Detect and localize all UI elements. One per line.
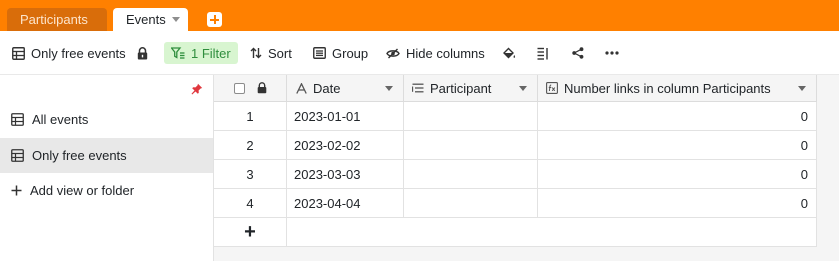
sidebar-item-label: Only free events — [32, 148, 127, 163]
row-height-icon — [537, 47, 548, 60]
column-header-label: Date — [313, 80, 341, 96]
formula-type-icon — [546, 82, 558, 94]
select-all-checkbox[interactable] — [234, 83, 245, 94]
filter-label: 1 Filter — [191, 45, 231, 61]
row-color-button[interactable] — [502, 42, 516, 64]
table-cell-participant[interactable] — [404, 160, 538, 189]
table-cell-date[interactable]: 2023-01-01 — [287, 102, 404, 131]
table-cell-participant[interactable] — [404, 131, 538, 160]
sort-icon — [250, 47, 262, 59]
table-cell-participant[interactable] — [404, 189, 538, 218]
table-cell-date[interactable]: 2023-03-03 — [287, 160, 404, 189]
sort-button[interactable]: Sort — [250, 42, 292, 64]
column-header-date[interactable]: Date — [287, 75, 404, 102]
chevron-down-icon[interactable] — [798, 86, 806, 91]
table-tab-bar: Participants Events — [0, 0, 839, 31]
views-sidebar: All events Only free events Add view or … — [0, 75, 214, 261]
tab-participants[interactable]: Participants — [7, 8, 107, 31]
filter-icon — [171, 47, 185, 59]
row-index[interactable]: 3 — [214, 160, 287, 189]
lock-view-button[interactable] — [137, 42, 148, 64]
add-row-button[interactable]: + — [214, 218, 287, 247]
group-button[interactable]: Group — [313, 42, 368, 64]
eye-slash-icon — [386, 48, 400, 58]
table-cell-number-links[interactable]: 0 — [538, 160, 817, 189]
text-type-icon — [296, 82, 307, 94]
column-header-label: Number links in column Participants — [564, 80, 771, 96]
column-header-number-links[interactable]: Number links in column Participants — [538, 75, 817, 102]
paint-bucket-icon — [503, 47, 516, 59]
table-grid: Date Participant Number links in column … — [214, 75, 839, 261]
group-icon — [313, 47, 326, 59]
table-icon — [12, 46, 25, 60]
table-icon — [11, 149, 24, 162]
link-type-icon — [412, 83, 424, 93]
table-cell-number-links[interactable]: 0 — [538, 102, 817, 131]
lock-icon — [137, 46, 148, 59]
chevron-down-icon[interactable] — [385, 86, 393, 91]
table-cell-number-links[interactable]: 0 — [538, 131, 817, 160]
hide-columns-label: Hide columns — [406, 45, 485, 61]
chevron-down-icon[interactable] — [519, 86, 527, 91]
sidebar-item-only-free-events[interactable]: Only free events — [0, 138, 213, 173]
column-header-participant[interactable]: Participant — [404, 75, 538, 102]
row-index[interactable]: 1 — [214, 102, 287, 131]
row-index[interactable]: 4 — [214, 189, 287, 218]
select-all-header — [214, 75, 287, 102]
group-label: Group — [332, 45, 369, 61]
share-button[interactable] — [572, 42, 584, 64]
current-view-name: Only free events — [31, 45, 126, 61]
filter-button[interactable]: 1 Filter — [164, 42, 238, 64]
sidebar-item-label: All events — [32, 112, 89, 127]
share-icon — [572, 47, 584, 59]
plus-icon — [11, 185, 22, 196]
add-row-bar[interactable] — [287, 218, 817, 247]
lock-icon[interactable] — [257, 82, 267, 94]
column-header-label: Participant — [430, 80, 492, 96]
more-horizontal-icon — [605, 51, 619, 55]
view-toolbar: Only free events 1 Filter Sort Group Hid… — [0, 31, 839, 75]
add-table-icon[interactable] — [207, 12, 222, 27]
table-cell-date[interactable]: 2023-04-04 — [287, 189, 404, 218]
table-cell-participant[interactable] — [404, 102, 538, 131]
table-icon — [11, 113, 24, 126]
more-options-button[interactable] — [605, 42, 619, 64]
tab-label: Participants — [20, 12, 88, 27]
tab-events[interactable]: Events — [113, 8, 188, 31]
hide-columns-button[interactable]: Hide columns — [386, 42, 485, 64]
current-view-selector[interactable]: Only free events — [12, 42, 126, 64]
chevron-down-icon[interactable] — [171, 17, 180, 22]
table-cell-date[interactable]: 2023-02-02 — [287, 131, 404, 160]
row-height-button[interactable] — [537, 42, 549, 64]
pin-sidebar-button[interactable] — [191, 83, 203, 98]
tab-label: Events — [126, 12, 166, 27]
add-view-button[interactable]: Add view or folder — [0, 173, 213, 208]
add-view-label: Add view or folder — [30, 183, 135, 198]
sort-label: Sort — [268, 45, 292, 61]
row-index[interactable]: 2 — [214, 131, 287, 160]
table-cell-number-links[interactable]: 0 — [538, 189, 817, 218]
pin-icon — [191, 83, 203, 95]
sidebar-item-all-events[interactable]: All events — [0, 102, 213, 137]
